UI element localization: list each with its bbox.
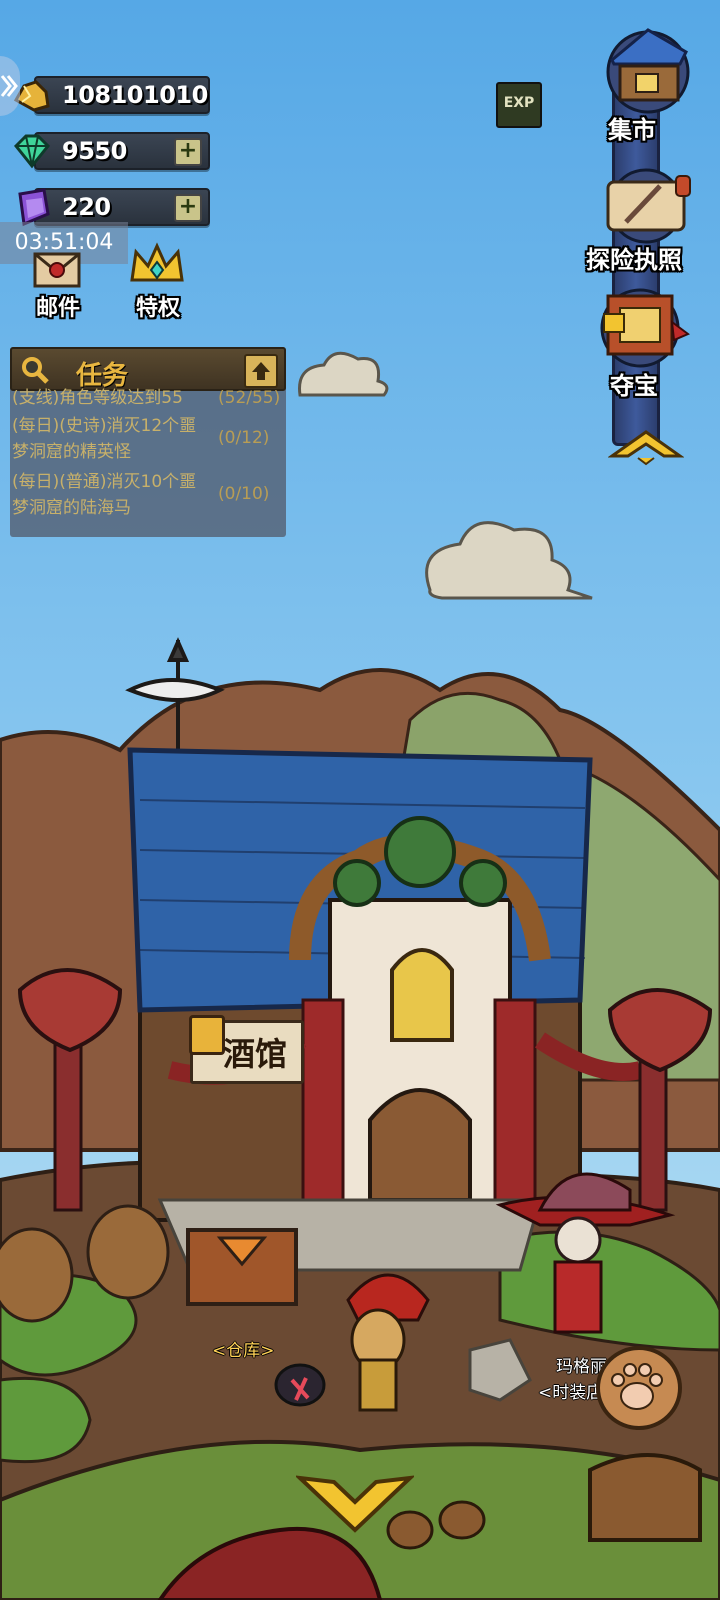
treasure-button[interactable]: 夺宝	[588, 282, 698, 400]
warehouse-tag[interactable]: <仓库>	[212, 1336, 275, 1361]
backpack	[588, 1453, 702, 1542]
quest-item[interactable]: (每日)(史诗)消灭12个噩梦洞窟的精英怪 (0/12)	[12, 413, 284, 469]
treasure-label: 夺宝	[610, 372, 658, 400]
gem-amount: 9550	[62, 137, 127, 165]
beer-mug-icon	[189, 1015, 225, 1055]
add-crystals-button[interactable]: +	[174, 194, 202, 222]
scroll-quill-icon	[606, 168, 691, 244]
gold-amount: 108101010	[62, 81, 208, 109]
game-screen: 酒馆 <仓库> 玛格丽 <时装店 108101010 9550 + 220 +	[0, 0, 720, 1600]
quest-item[interactable]: (每日)(普通)消灭10个噩梦洞窟的陆海马 (0/10)	[12, 469, 284, 525]
quest-text: (每日)(史诗)消灭12个噩梦洞窟的精英怪	[12, 416, 197, 462]
search-icon	[22, 357, 49, 384]
green-gem-icon	[13, 134, 51, 169]
quest-item[interactable]: (支线)角色等级达到55 (52/55)	[12, 385, 284, 413]
double-chevron-right-icon	[0, 75, 18, 97]
gold-bar: 108101010	[34, 76, 210, 114]
collapse-menu-up-icon[interactable]	[608, 426, 684, 468]
quest-text: (每日)(普通)消灭10个噩梦洞窟的陆海马	[12, 472, 197, 518]
pet-paw-button[interactable]	[596, 1346, 682, 1430]
warehouse-chest	[186, 1228, 298, 1306]
market-label: 集市	[608, 116, 656, 144]
quest-panel[interactable]: 任务 (支线)角色等级达到55 (52/55) (每日)(史诗)消灭12个噩梦洞…	[10, 347, 286, 537]
expand-down-arrow-icon[interactable]	[296, 1472, 414, 1536]
treasure-box-icon	[600, 288, 690, 368]
collapse-side-button[interactable]	[0, 56, 20, 116]
exp-button[interactable]: EXP	[496, 82, 542, 128]
add-gems-button[interactable]: +	[174, 138, 202, 166]
crystal-bar: 220 +	[34, 188, 210, 226]
license-button[interactable]: 探险执照	[586, 162, 706, 276]
paw-icon	[611, 1363, 663, 1410]
tavern-sign[interactable]: 酒馆	[189, 1015, 304, 1084]
mail-label: 邮件	[36, 296, 81, 321]
collapse-quest-button[interactable]	[244, 354, 278, 388]
privilege-label: 特权	[136, 296, 181, 321]
mail-icon	[33, 252, 81, 288]
pet	[274, 1363, 326, 1407]
market-button[interactable]: 集市	[598, 16, 698, 144]
privilege-button[interactable]: 特权	[124, 240, 190, 321]
gem-bar: 9550 +	[34, 132, 210, 170]
market-stall-icon	[606, 28, 690, 114]
tavern-building	[127, 747, 643, 1222]
mail-button[interactable]: 邮件	[24, 246, 90, 321]
crystal-amount: 220	[62, 193, 111, 221]
fashion-shop-tag[interactable]: <时装店	[538, 1378, 603, 1403]
quest-progress: (0/10)	[218, 484, 270, 504]
arrow-up-icon	[252, 362, 270, 380]
quest-text: (支线)角色等级达到55	[12, 388, 183, 408]
tavern-label: 酒馆	[223, 1035, 288, 1073]
quest-progress: (52/55)	[218, 388, 281, 408]
crown-icon	[130, 242, 184, 282]
quest-progress: (0/12)	[218, 428, 270, 448]
license-label: 探险执照	[586, 246, 682, 274]
